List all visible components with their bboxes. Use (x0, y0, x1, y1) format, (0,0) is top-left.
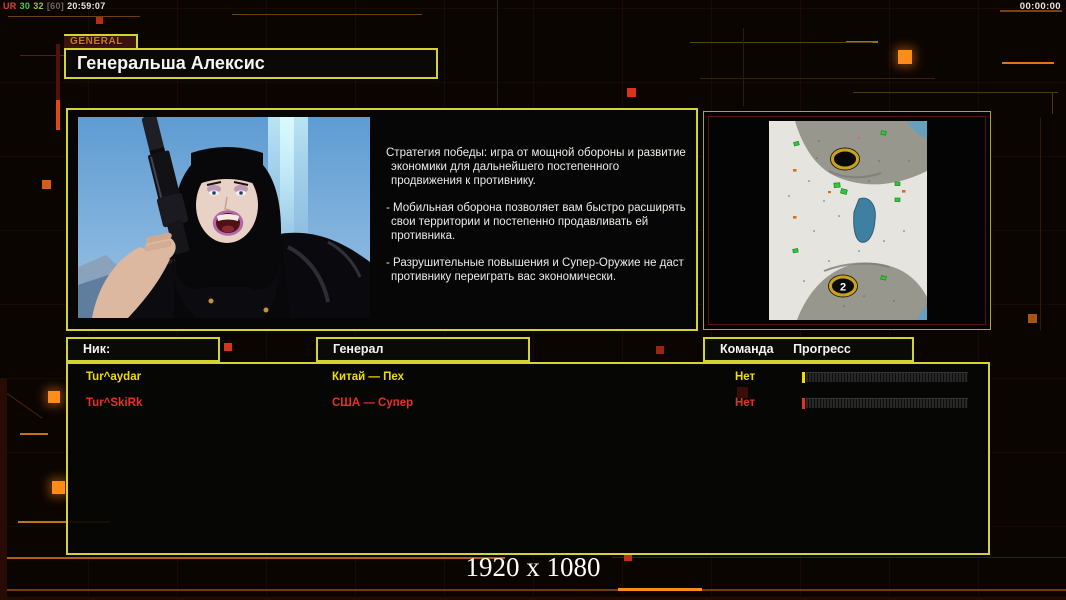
player-progress-bar (802, 398, 968, 409)
decor-line (56, 44, 60, 100)
column-header-nick: Ник: (66, 337, 220, 362)
map-preview-panel: 2 (703, 111, 991, 330)
decor-line (0, 589, 1066, 591)
decor-square (52, 481, 65, 494)
decor-line (618, 588, 702, 591)
player-nick: Tur^aydar (86, 371, 142, 383)
progress-marker (802, 372, 805, 383)
decor-line (232, 14, 422, 15)
header-nick-label: Ник: (83, 342, 111, 356)
player-progress-bar (802, 372, 968, 383)
tab-general[interactable]: GENERAL (64, 34, 138, 48)
decor-square (627, 88, 636, 97)
map-start-position-2: 2 (828, 274, 858, 298)
column-header-team-progress: Команда Прогресс (703, 337, 914, 362)
portrait-illustration (78, 117, 370, 318)
decor-line (1040, 118, 1041, 330)
perf-time: 20:59:07 (67, 1, 106, 11)
map-start-marker (830, 147, 860, 171)
strategy-paragraph: - Разрушительные повышения и Супер-Оружи… (386, 257, 684, 284)
decor-square (898, 50, 912, 64)
decor-line (20, 433, 48, 435)
decor-square (48, 391, 60, 403)
player-team: Нет (735, 397, 756, 409)
minimap-image: 2 (769, 121, 927, 320)
header-team-label: Команда (720, 342, 774, 356)
decor-square (656, 346, 664, 354)
perf-cap: [60] (46, 1, 65, 11)
decor-line (743, 28, 744, 106)
column-header-general: Генерал (316, 337, 530, 362)
player-nick: Tur^SkiRk (86, 397, 143, 409)
player-row: Tur^aydar Китай — Пех Нет (68, 366, 988, 390)
player-row: Tur^SkiRk США — Супер Нет (68, 392, 988, 416)
progress-track (806, 398, 968, 409)
decor-square (737, 387, 748, 398)
decor-line (8, 16, 140, 17)
decor-line (700, 78, 935, 79)
decor-line (846, 41, 878, 43)
perf-tag: UR (3, 1, 17, 11)
decor-line (497, 0, 498, 106)
page-title: Генеральша Алексис (77, 53, 265, 73)
decor-square (224, 343, 232, 351)
player-general: Китай — Пех (332, 371, 404, 383)
general-title-box: Генеральша Алексис (64, 48, 438, 79)
header-general-label: Генерал (333, 342, 384, 356)
svg-text:2: 2 (840, 282, 846, 294)
players-panel: Tur^aydar Китай — Пех Нет Tur^SkiRk США … (66, 362, 990, 555)
player-team: Нет (735, 371, 756, 383)
general-info-panel: Стратегия победы: игра от мощной обороны… (66, 108, 698, 331)
decor-line (690, 42, 873, 43)
header-progress-label: Прогресс (793, 342, 851, 356)
snow-map-illustration: 2 (769, 121, 927, 320)
decor-diagonal (0, 388, 43, 419)
strategy-paragraph: Стратегия победы: игра от мощной обороны… (386, 147, 686, 188)
decor-line (1052, 92, 1053, 114)
decor-square (1028, 314, 1037, 323)
perf-ping: 32 (33, 1, 44, 11)
resolution-label: 1920 x 1080 (465, 552, 601, 582)
player-general: США — Супер (332, 397, 414, 409)
decor-line (1002, 62, 1054, 64)
performance-overlay: UR 30 32 [60] 20:59:07 (3, 1, 109, 11)
decor-line (853, 92, 1058, 93)
decor-square (42, 180, 51, 189)
general-portrait-image (78, 117, 370, 318)
perf-fps: 30 (19, 1, 31, 11)
decor-line (56, 100, 60, 130)
progress-track (806, 372, 968, 383)
game-lobby-screen: UR 30 32 [60] 20:59:07 00:00:00 GENERAL Гене… (0, 0, 1066, 600)
strategy-text: Стратегия победы: игра от мощной обороны… (386, 146, 690, 297)
progress-marker (802, 398, 805, 409)
decor-square (96, 17, 103, 24)
match-timer: 00:00:00 (1019, 1, 1061, 12)
strategy-paragraph: - Мобильная оборона позволяет вам быстро… (386, 202, 686, 243)
